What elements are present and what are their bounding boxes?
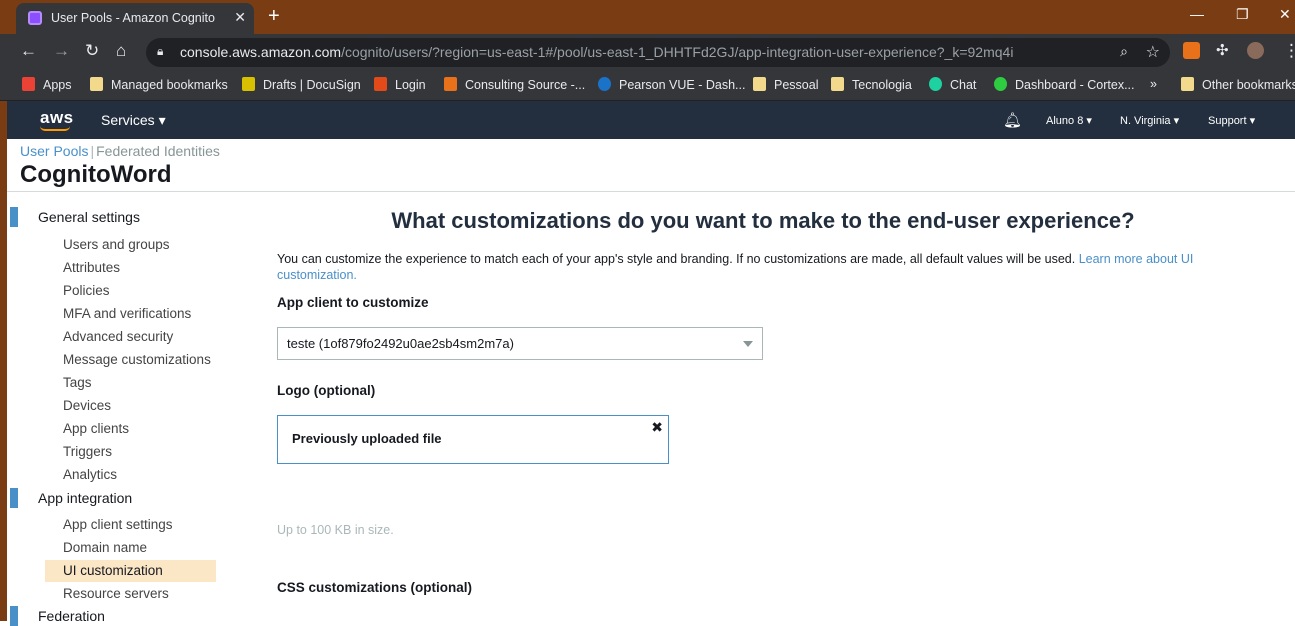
extension-icon[interactable] <box>1183 42 1200 59</box>
browser-tab-strip: User Pools - Amazon Cognito ✕ + — ❐ ✕ <box>0 0 1295 34</box>
aws-console-header: aws Services ▾ 🔔︎ Aluno 8 ▾ N. Virginia … <box>7 101 1295 139</box>
bookmark-apps[interactable]: Apps <box>22 77 72 92</box>
sidebar-item-triggers[interactable]: Triggers <box>63 444 112 459</box>
sidebar-item-policies[interactable]: Policies <box>63 283 110 298</box>
address-bar[interactable]: 🔒︎ console.aws.amazon.com/cognito/users/… <box>146 38 1170 67</box>
home-icon[interactable]: ⌂ <box>116 41 126 61</box>
bookmark-login[interactable]: Login <box>374 77 426 92</box>
more-bookmarks-icon[interactable]: » <box>1150 77 1157 91</box>
folder-icon <box>90 77 103 91</box>
app-client-select[interactable]: teste (1of879fo2492u0ae2sb4sm2m7a) <box>277 327 763 360</box>
uploaded-file-text: Previously uploaded file <box>292 431 442 446</box>
chat-icon <box>929 77 942 91</box>
pearson-icon <box>598 77 611 91</box>
region-menu[interactable]: N. Virginia ▾ <box>1120 114 1179 127</box>
back-icon[interactable]: ← <box>20 41 37 61</box>
sidebar-group-federation[interactable]: Federation <box>38 608 105 624</box>
app-client-label: App client to customize <box>277 295 429 310</box>
page-title: CognitoWord <box>20 161 172 188</box>
breadcrumb: User Pools | Federated Identities <box>20 143 220 159</box>
title-divider <box>7 191 1295 192</box>
aws-smile-icon <box>40 126 70 131</box>
aws-logo[interactable]: aws <box>40 108 74 128</box>
browser-tab[interactable]: User Pools - Amazon Cognito ✕ <box>16 3 254 34</box>
window-frame-edge <box>0 101 7 621</box>
profile-avatar[interactable] <box>1247 42 1264 59</box>
logo-upload-box[interactable]: Previously uploaded file ✖ <box>277 415 669 464</box>
sidebar-item-users-and-groups[interactable]: Users and groups <box>63 237 170 252</box>
sidebar-item-app-client-settings[interactable]: App client settings <box>63 517 173 532</box>
apps-grid-icon <box>22 77 35 91</box>
sidebar-group-app-integration[interactable]: App integration <box>38 490 132 506</box>
cognito-favicon-icon <box>28 11 42 25</box>
sidebar-item-app-clients[interactable]: App clients <box>63 421 129 436</box>
browser-menu-icon[interactable]: ⋮ <box>1283 41 1295 61</box>
section-marker <box>10 207 18 227</box>
cortex-icon <box>994 77 1007 91</box>
section-heading: What customizations do you want to make … <box>391 208 1135 233</box>
close-tab-icon[interactable]: ✕ <box>234 9 246 26</box>
bookmark-chat[interactable]: Chat <box>929 77 976 92</box>
sidebar-item-mfa[interactable]: MFA and verifications <box>63 306 191 321</box>
sidebar-item-devices[interactable]: Devices <box>63 398 111 413</box>
close-window-icon[interactable]: ✕ <box>1279 6 1291 23</box>
section-marker <box>10 606 18 626</box>
notifications-bell-icon[interactable]: 🔔︎ <box>1003 111 1022 129</box>
intro-text: You can customize the experience to matc… <box>277 252 1194 282</box>
bookmark-cortex[interactable]: Dashboard - Cortex... <box>994 77 1135 92</box>
extensions-puzzle-icon[interactable]: ✣ <box>1216 41 1229 59</box>
account-menu[interactable]: Aluno 8 ▾ <box>1046 114 1092 127</box>
bookmark-docusign[interactable]: Drafts | DocuSign <box>242 77 361 92</box>
bookmark-pearson[interactable]: Pearson VUE - Dash... <box>598 77 745 92</box>
sidebar-item-advanced-security[interactable]: Advanced security <box>63 329 173 344</box>
folder-icon <box>831 77 844 91</box>
sidebar-item-domain-name[interactable]: Domain name <box>63 540 147 555</box>
docusign-icon <box>242 77 255 91</box>
section-marker <box>10 488 18 508</box>
css-customizations-label: CSS customizations (optional) <box>277 580 473 595</box>
logo-label: Logo (optional) <box>277 383 376 398</box>
browser-toolbar: ← → ↻ ⌂ 🔒︎ console.aws.amazon.com/cognit… <box>0 34 1295 71</box>
sidebar-group-general-settings[interactable]: General settings <box>38 209 140 225</box>
bookmark-star-icon[interactable]: ☆ <box>1146 42 1160 62</box>
consulting-site-icon <box>444 77 457 91</box>
reload-icon[interactable]: ↻ <box>85 41 99 61</box>
login-site-icon <box>374 77 387 91</box>
size-hint: Up to 100 KB in size. <box>277 523 394 537</box>
bookmark-consulting[interactable]: Consulting Source -... <box>444 77 585 92</box>
services-menu[interactable]: Services ▾ <box>101 112 166 129</box>
sidebar-item-analytics[interactable]: Analytics <box>63 467 117 482</box>
forward-icon[interactable]: → <box>53 41 70 61</box>
support-menu[interactable]: Support ▾ <box>1208 114 1255 127</box>
bookmarks-bar: Apps Managed bookmarks Drafts | DocuSign… <box>0 71 1295 101</box>
sidebar-item-tags[interactable]: Tags <box>63 375 92 390</box>
minimize-icon[interactable]: — <box>1190 6 1204 22</box>
folder-icon <box>753 77 766 91</box>
chevron-down-icon <box>743 341 753 347</box>
tab-title: User Pools - Amazon Cognito <box>51 11 215 25</box>
url-text[interactable]: console.aws.amazon.com/cognito/users/?re… <box>180 44 1013 60</box>
new-tab-icon[interactable]: + <box>268 5 280 28</box>
user-pools-link[interactable]: User Pools <box>20 143 88 159</box>
app-client-value: teste (1of879fo2492u0ae2sb4sm2m7a) <box>287 336 514 351</box>
sidebar-item-attributes[interactable]: Attributes <box>63 260 120 275</box>
bookmark-pessoal[interactable]: Pessoal <box>753 77 818 92</box>
federated-identities-link[interactable]: Federated Identities <box>96 143 220 159</box>
sidebar-item-resource-servers[interactable]: Resource servers <box>63 586 169 601</box>
sidebar-item-ui-customization[interactable]: UI customization <box>45 560 216 582</box>
bookmark-other[interactable]: Other bookmarks <box>1181 77 1295 92</box>
folder-icon <box>1181 77 1194 91</box>
bookmark-managed[interactable]: Managed bookmarks <box>90 77 228 92</box>
sidebar-item-message-customizations[interactable]: Message customizations <box>63 352 211 367</box>
restore-icon[interactable]: ❐ <box>1236 6 1249 23</box>
lock-icon[interactable]: 🔒︎ <box>157 44 163 59</box>
remove-file-icon[interactable]: ✖ <box>651 419 663 436</box>
bookmark-tecnologia[interactable]: Tecnologia <box>831 77 912 92</box>
zoom-search-icon[interactable]: ⌕ <box>1120 43 1128 60</box>
